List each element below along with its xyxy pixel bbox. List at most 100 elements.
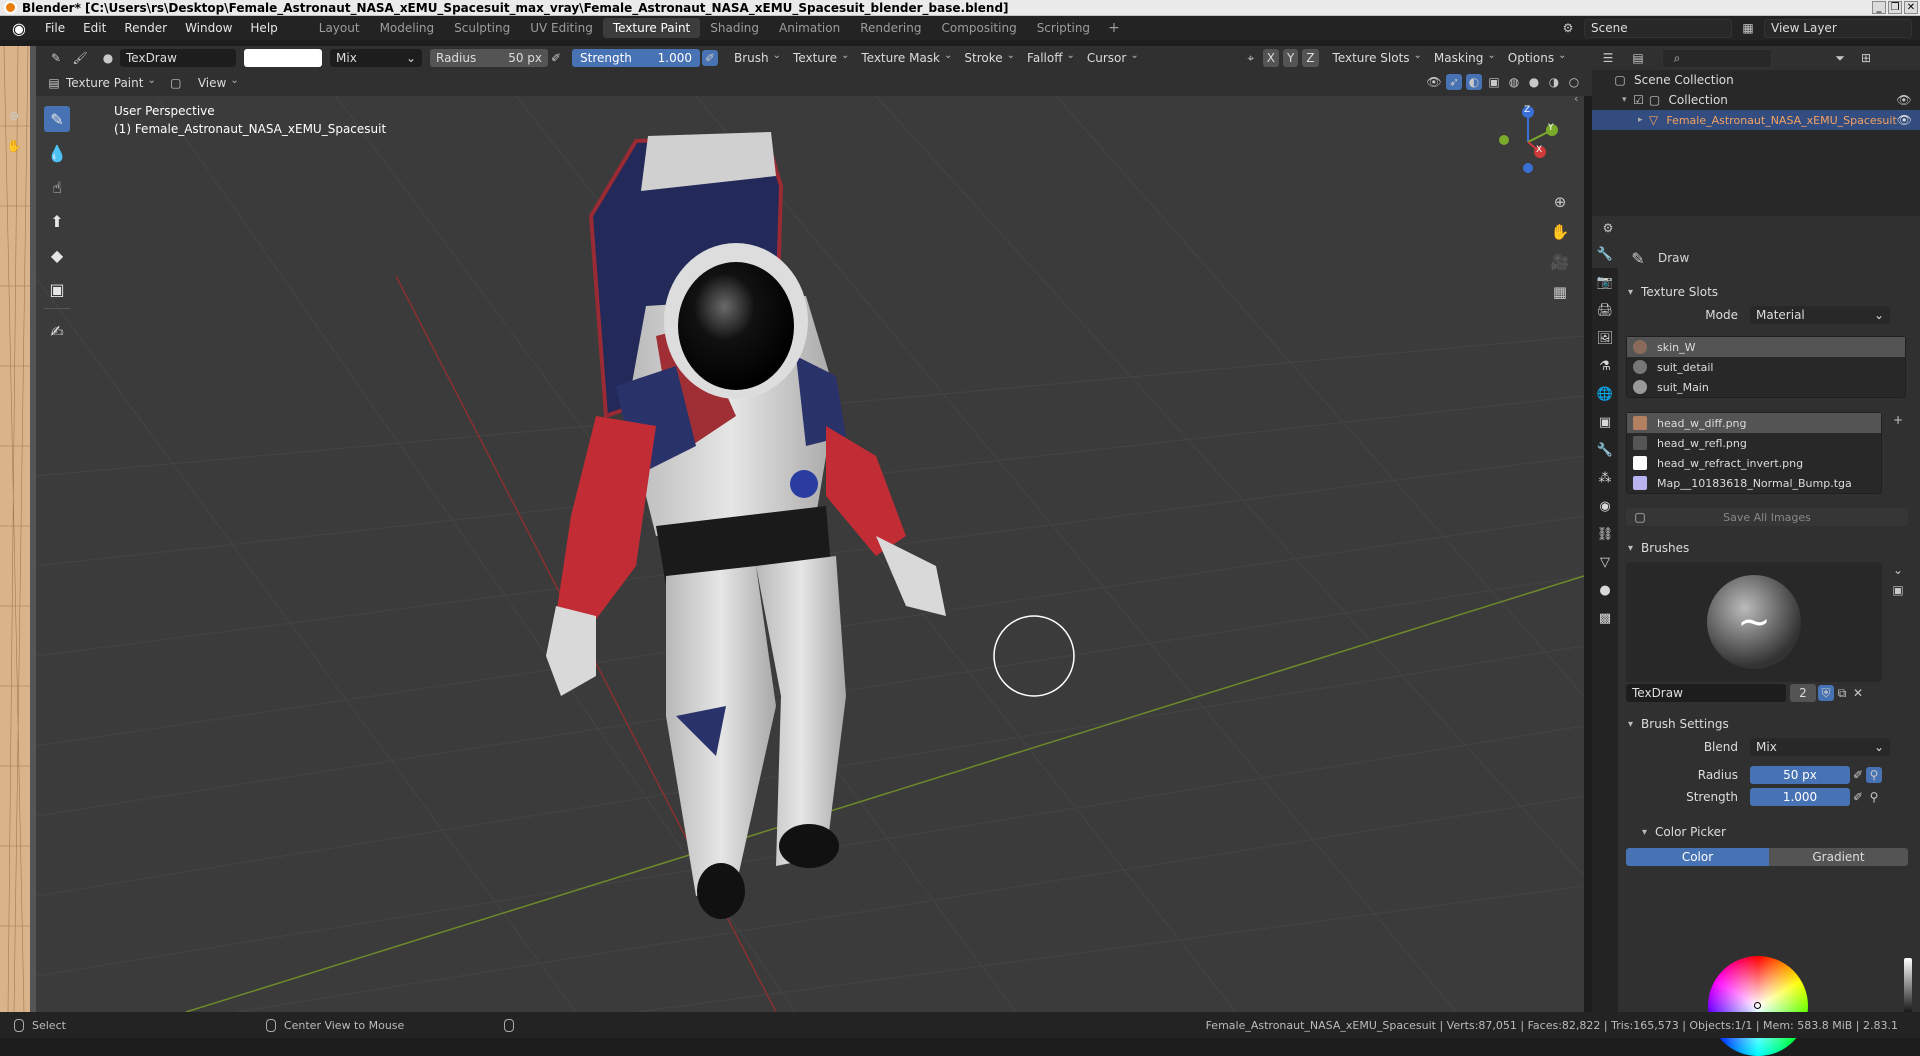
gizmo-toggle-icon[interactable]: ➶ [1446, 74, 1462, 90]
draw-brush-icon[interactable]: ✎ [44, 106, 70, 132]
list-item[interactable]: head_w_diff.png [1627, 413, 1881, 433]
texture-slots-panel-header[interactable]: Texture Slots [1618, 280, 1920, 304]
tab-gradient[interactable]: Gradient [1769, 848, 1908, 866]
brush-name-field[interactable]: TexDraw [1626, 684, 1786, 702]
list-item[interactable]: head_w_refract_invert.png [1627, 453, 1881, 473]
object-tab-icon[interactable]: ▣ [1592, 408, 1618, 436]
zoom-icon[interactable]: ⊕ [6, 108, 22, 124]
unlink-brush-icon[interactable]: ✕ [1850, 685, 1866, 701]
view-layer-tab-icon[interactable]: 🖼 [1592, 324, 1618, 352]
xray-icon[interactable]: ▣ [1486, 74, 1502, 90]
texture-tab-icon[interactable]: ▩ [1592, 604, 1618, 632]
menu-window[interactable]: Window [176, 21, 241, 35]
tab-rendering[interactable]: Rendering [850, 18, 931, 38]
brush-image-icon[interactable]: ▣ [1890, 582, 1906, 598]
overlays-icon[interactable]: ◐ [1466, 74, 1482, 90]
masking-menu[interactable]: Masking [1428, 49, 1502, 67]
annotate-icon[interactable]: ✍ [44, 318, 70, 344]
expand-arrow-icon[interactable]: ▸ [1638, 115, 1643, 125]
rendered-shading-icon[interactable]: ○ [1566, 74, 1582, 90]
view-menu[interactable]: View [192, 74, 245, 92]
camera-view-icon[interactable]: 🎥 [1548, 250, 1572, 274]
navigation-gizmo[interactable]: Z Y X [1488, 102, 1568, 182]
outliner-collection[interactable]: ▾ ☑ ▢ Collection 👁 [1592, 90, 1920, 110]
tool-settings-icon[interactable]: ✎ [48, 50, 64, 66]
list-item[interactable]: head_w_refl.png [1627, 433, 1881, 453]
texture-slots-menu[interactable]: Texture Slots [1327, 49, 1428, 67]
solid-shading-icon[interactable]: ● [1526, 74, 1542, 90]
new-collection-icon[interactable]: ⊞ [1858, 50, 1874, 66]
strength-unified-icon[interactable]: ⚲ [1866, 789, 1882, 805]
strength-pressure-icon[interactable]: ✐ [1850, 789, 1866, 805]
brushes-panel-header[interactable]: Brushes [1618, 536, 1920, 560]
options-menu[interactable]: Options [1502, 49, 1573, 67]
tab-uv-editing[interactable]: UV Editing [520, 18, 603, 38]
menu-help[interactable]: Help [241, 21, 286, 35]
duplicate-brush-icon[interactable]: ⧉ [1834, 685, 1850, 701]
axis-x-toggle[interactable]: X [1262, 49, 1279, 67]
blend-mode-dropdown[interactable]: Mix ⌄ [330, 49, 422, 67]
radius-slider[interactable]: 50 px [1750, 766, 1850, 784]
checkbox-icon[interactable]: ☑ [1631, 92, 1647, 108]
material-tab-icon[interactable]: ● [1592, 576, 1618, 604]
brush-preview[interactable]: ~ [1626, 562, 1882, 682]
expand-arrow-icon[interactable]: ▾ [1622, 95, 1627, 105]
render-tab-icon[interactable]: 📷 [1592, 268, 1618, 296]
physics-tab-icon[interactable]: ◉ [1592, 492, 1618, 520]
restore-button[interactable]: ❐ [1888, 1, 1902, 14]
tool-tab-icon[interactable]: 🔧 [1592, 240, 1618, 268]
brush-browse-icon[interactable]: ● [100, 50, 116, 66]
texture-mask-menu[interactable]: Texture Mask [855, 49, 958, 67]
outliner-scene-collection[interactable]: ▢ Scene Collection [1592, 70, 1920, 90]
list-item[interactable]: Map__10183618_Normal_Bump.tga [1627, 473, 1881, 493]
minimize-button[interactable]: _ [1872, 1, 1886, 14]
blend-dropdown[interactable]: Mix ⌄ [1750, 738, 1890, 756]
3d-viewport[interactable]: User Perspective (1) Female_Astronaut_NA… [36, 96, 1584, 1012]
ortho-toggle-icon[interactable]: ▦ [1548, 280, 1572, 304]
brush-options-icon[interactable]: ⌄ [1890, 562, 1906, 578]
view-layer-selector[interactable]: View Layer [1764, 18, 1912, 38]
list-item[interactable]: suit_detail [1627, 357, 1905, 377]
add-workspace-button[interactable]: + [1100, 20, 1128, 36]
tab-texture-paint[interactable]: Texture Paint [602, 18, 701, 38]
color-wheel-cursor[interactable] [1754, 1002, 1761, 1009]
brush-name-field[interactable]: TexDraw [120, 49, 236, 67]
world-tab-icon[interactable]: 🌐 [1592, 380, 1618, 408]
display-mode-icon[interactable]: ▤ [1630, 50, 1646, 66]
blender-menu-icon[interactable]: ◉ [8, 17, 30, 39]
tab-color[interactable]: Color [1626, 848, 1769, 866]
constraints-tab-icon[interactable]: ⛓ [1592, 520, 1618, 548]
outliner-search-input[interactable]: ⌕ [1662, 48, 1772, 68]
data-tab-icon[interactable]: ▽ [1592, 548, 1618, 576]
brush-users-count[interactable]: 2 [1790, 684, 1816, 702]
particles-tab-icon[interactable]: ⁂ [1592, 464, 1618, 492]
menu-render[interactable]: Render [115, 21, 176, 35]
cursor-menu[interactable]: Cursor [1081, 49, 1145, 67]
wireframe-shading-icon[interactable]: ◍ [1506, 74, 1522, 90]
clone-icon[interactable]: ⬆ [44, 208, 70, 234]
tab-modeling[interactable]: Modeling [370, 18, 445, 38]
list-item[interactable]: suit_Main [1627, 377, 1905, 397]
fill-icon[interactable]: ◆ [44, 242, 70, 268]
filter-icon[interactable]: ⏷ [1832, 50, 1848, 66]
tab-sculpting[interactable]: Sculpting [444, 18, 520, 38]
zoom-view-icon[interactable]: ⊕ [1548, 190, 1572, 214]
close-button[interactable]: ✕ [1904, 1, 1918, 14]
color-wheel[interactable] [1708, 956, 1808, 1056]
scene-selector[interactable]: Scene [1584, 18, 1732, 38]
mode-dropdown[interactable]: Material ⌄ [1750, 306, 1890, 324]
axis-z-toggle[interactable]: Z [1302, 49, 1319, 67]
brush-icon[interactable]: 🖌 [72, 50, 88, 66]
outliner-object[interactable]: ▸ ▽ Female_Astronaut_NASA_xEMU_Spacesuit… [1592, 110, 1920, 130]
radius-pressure-icon[interactable]: ✐ [1850, 767, 1866, 783]
mode-dropdown[interactable]: ▤ Texture Paint [40, 74, 162, 92]
radius-field[interactable]: Radius 50 px [430, 49, 548, 67]
axis-y-toggle[interactable]: Y [1282, 49, 1299, 67]
strength-slider[interactable]: 1.000 [1750, 788, 1850, 806]
sidebar-toggle-icon[interactable]: ‹ [1574, 96, 1578, 105]
color-swatch[interactable] [244, 49, 322, 67]
add-image-icon[interactable]: + [1890, 412, 1906, 428]
strength-pressure-icon[interactable]: ✐ [702, 50, 718, 66]
value-slider[interactable] [1904, 958, 1912, 1018]
radius-unit-icon[interactable]: ⚲ [1866, 767, 1882, 783]
